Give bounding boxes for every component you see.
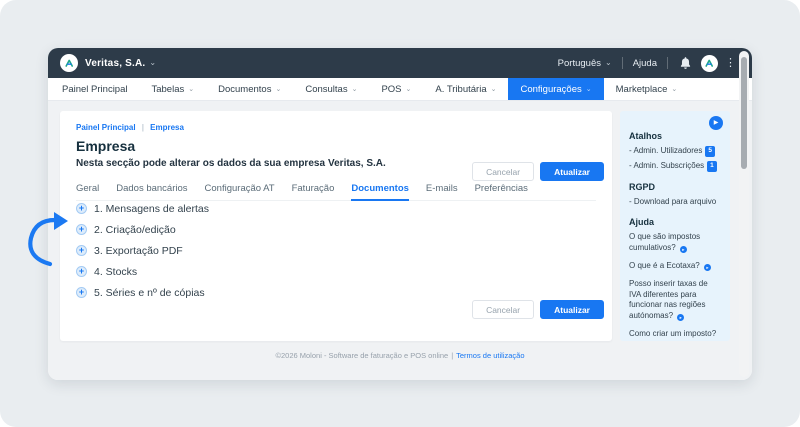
chevron-down-icon: ⌄ (604, 58, 612, 67)
expand-plus-icon[interactable]: + (76, 287, 87, 298)
footer: ©2026 Moloni - Software de faturação e P… (48, 351, 752, 360)
tab-faturacao[interactable]: Faturação (292, 180, 335, 200)
chevron-down-icon: ⌄ (275, 85, 282, 93)
company-name: Veritas, S.A. (85, 57, 146, 69)
nav-item-a-tributaria[interactable]: A. Tributária ⌄ (423, 78, 508, 100)
tab-configuracao-at[interactable]: Configuração AT (205, 180, 275, 200)
topbar-right: Português ⌄ Ajuda ⋮ (558, 54, 736, 72)
breadcrumb-empresa[interactable]: Empresa (150, 123, 184, 132)
scrollbar-thumb[interactable] (741, 57, 747, 169)
nav-item-documentos[interactable]: Documentos ⌄ (206, 78, 293, 100)
nav-item-marketplace[interactable]: Marketplace ⌄ (604, 78, 690, 100)
main-nav: Painel Principal Tabelas ⌄ Documentos ⌄ Co… (48, 78, 752, 101)
accordion-item-criacao-edicao[interactable]: + 2. Criação/edição (76, 224, 209, 236)
help-link-impostos-cumulativos[interactable]: O que são impostos cumulativos? ▸ (629, 232, 721, 254)
breadcrumb-painel-principal[interactable]: Painel Principal (76, 123, 136, 132)
settings-tabs: Geral Dados bancários Configuração AT Fa… (76, 180, 596, 201)
chevron-down-icon: ⌄ (149, 58, 157, 67)
action-buttons-top: Cancelar Atualizar (472, 162, 604, 181)
update-button[interactable]: Atualizar (540, 300, 604, 319)
company-logo (60, 54, 78, 72)
tab-preferencias[interactable]: Preferências (475, 180, 528, 200)
page-background: Veritas, S.A. ⌄ Português ⌄ Ajuda ⋮ Pain… (0, 0, 800, 427)
help-link[interactable]: Ajuda (633, 58, 657, 69)
chevron-down-icon: ⌄ (405, 85, 412, 93)
help-link-icon: ▸ (679, 246, 687, 254)
count-badge: 1 (707, 160, 717, 172)
language-label: Português (557, 57, 601, 69)
copyright-text: ©2026 Moloni - Software de faturação e P… (275, 351, 449, 360)
accordion-item-stocks[interactable]: + 4. Stocks (76, 266, 209, 278)
nav-item-painel-principal[interactable]: Painel Principal (50, 78, 139, 100)
notifications-bell-icon[interactable] (680, 57, 691, 69)
update-button[interactable]: Atualizar (540, 162, 604, 181)
accordion-item-mensagens-de-alertas[interactable]: + 1. Mensagens de alertas (76, 203, 209, 215)
play-icon: ▶ (713, 120, 719, 126)
help-sidebar: ▶ Atalhos - Admin. Utilizadores 5 - Admin… (620, 111, 730, 341)
shortcut-admin-utilizadores[interactable]: - Admin. Utilizadores 5 (629, 146, 721, 157)
footer-separator: | (451, 351, 454, 360)
help-title: Ajuda (629, 217, 655, 228)
settings-card: Painel Principal | Empresa Empresa Nesta… (60, 111, 612, 341)
nav-item-tabelas[interactable]: Tabelas ⌄ (139, 78, 206, 100)
documents-accordion: + 1. Mensagens de alertas + 2. Criação/e… (76, 203, 209, 308)
content-area: Painel Principal | Empresa Empresa Nesta… (48, 101, 752, 380)
chevron-down-icon: ⌄ (490, 85, 497, 93)
help-link-taxas-iva[interactable]: Posso inserir taxas de IVA diferentes pa… (629, 279, 721, 322)
chevron-down-icon: ⌄ (585, 85, 592, 93)
shortcut-admin-subscricoes[interactable]: - Admin. Subscrições 1 (629, 160, 721, 172)
cancel-button[interactable]: Cancelar (472, 162, 535, 181)
nav-item-pos[interactable]: POS ⌄ (369, 78, 423, 100)
language-selector[interactable]: Português ⌄ (558, 58, 612, 69)
topbar-divider (621, 57, 623, 69)
nav-item-configuracoes[interactable]: Configurações ⌄ (508, 78, 604, 100)
play-video-button[interactable]: ▶ (709, 116, 723, 130)
rgpd-download-link[interactable]: - Download para arquivo (629, 197, 721, 208)
company-switcher[interactable]: Veritas, S.A. ⌄ (60, 54, 156, 72)
tab-documentos[interactable]: Documentos (351, 180, 409, 201)
annotation-arrow (28, 212, 68, 267)
subtitle-company-name: Veritas, S.A. (328, 158, 386, 169)
user-avatar[interactable] (701, 54, 718, 72)
breadcrumb: Painel Principal | Empresa (76, 123, 596, 132)
vertical-scrollbar[interactable] (739, 51, 749, 377)
chevron-down-icon: ⌄ (671, 85, 678, 93)
app-window: Veritas, S.A. ⌄ Português ⌄ Ajuda ⋮ Pain… (48, 48, 752, 380)
topbar: Veritas, S.A. ⌄ Português ⌄ Ajuda ⋮ (48, 48, 752, 78)
cancel-button[interactable]: Cancelar (472, 300, 535, 319)
help-link-ecotaxa[interactable]: O que é a Ecotaxa? ▸ (629, 261, 721, 272)
shortcuts-title: Atalhos (629, 131, 663, 141)
accordion-item-series-copias[interactable]: + 5. Séries e nº de cópias (76, 287, 209, 299)
kebab-menu-icon[interactable]: ⋮ (725, 57, 736, 69)
tab-emails[interactable]: E-mails (426, 180, 458, 200)
tab-dados-bancarios[interactable]: Dados bancários (116, 180, 187, 200)
chevron-down-icon: ⌄ (351, 85, 358, 93)
count-badge: 5 (705, 146, 715, 157)
chevron-down-icon: ⌄ (188, 85, 195, 93)
help-link-icon: ▸ (677, 314, 685, 322)
help-link-criar-imposto[interactable]: Como criar um imposto? ▸ (629, 329, 721, 341)
terms-link[interactable]: Termos de utilização (456, 351, 524, 360)
breadcrumb-separator: | (141, 123, 144, 132)
action-buttons-bottom: Cancelar Atualizar (472, 300, 604, 319)
topbar-divider (667, 57, 668, 69)
nav-item-consultas[interactable]: Consultas ⌄ (293, 78, 369, 100)
tab-geral[interactable]: Geral (76, 180, 99, 200)
help-link-icon: ▸ (703, 263, 711, 271)
page-title: Empresa (76, 138, 136, 154)
rgpd-title: RGPD (629, 181, 656, 192)
accordion-item-exportacao-pdf[interactable]: + 3. Exportação PDF (76, 245, 209, 257)
